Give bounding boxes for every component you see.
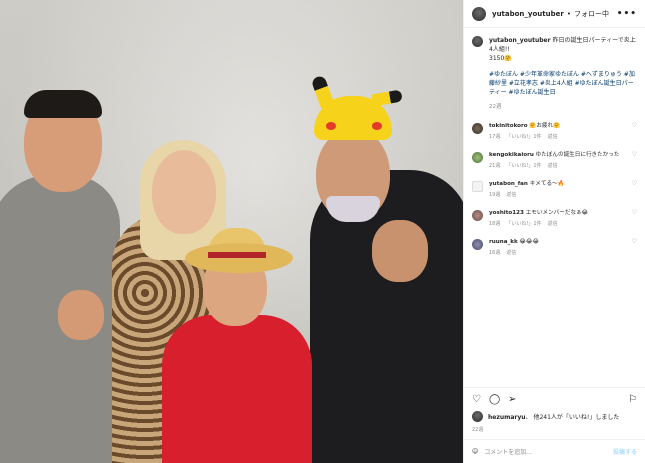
- header-separator: •: [566, 9, 571, 18]
- comment-text: ゆたぼんの誕生日に行きたかった: [535, 152, 620, 158]
- comment-reply-button[interactable]: 返信: [548, 133, 558, 141]
- comment-time: 16週: [489, 250, 501, 256]
- post-date: 22週: [472, 427, 484, 433]
- comment-icon[interactable]: ◯: [489, 394, 500, 405]
- comment-like-heart-icon[interactable]: ♡: [627, 122, 637, 130]
- author-username[interactable]: yutabon_youtuber: [492, 10, 564, 18]
- comment-reply-button[interactable]: 返信: [548, 162, 558, 170]
- post-caption: yutabon_youtuber 昨日の誕生日パーティーで炎上4人組!! 315…: [472, 36, 637, 112]
- comment-like-heart-icon[interactable]: ♡: [627, 209, 637, 217]
- comment-username[interactable]: kengokikaioru: [489, 152, 534, 158]
- comments-scroll-area[interactable]: yutabon_youtuber 昨日の誕生日パーティーで炎上4人組!! 315…: [464, 28, 645, 387]
- likes-summary[interactable]: hezumaryu、 他241人が「いいね!」しました: [472, 411, 637, 422]
- bookmark-icon[interactable]: ⚐: [628, 394, 637, 405]
- comment-text: エモいメンバーだなぁ😂: [525, 210, 589, 216]
- comment-input[interactable]: コメントを追加...: [484, 447, 607, 456]
- pikachu-cheek-left: [326, 122, 336, 130]
- comment-item: yoshito123 エモいメンバーだなぁ😂 18週 「いいね!」1件 返信 ♡: [472, 209, 637, 228]
- comment-time: 21週: [489, 163, 501, 169]
- caption-hashtags[interactable]: #ゆたぼん #少年革命家ゆたぼん #へずまりゅう #加藤紗里 #立花孝志 #炎上…: [489, 70, 637, 97]
- heart-icon[interactable]: ♡: [472, 394, 481, 405]
- comment-username[interactable]: tokinitokoro: [489, 123, 528, 129]
- comment-like-heart-icon[interactable]: ♡: [627, 180, 637, 188]
- person-left-hair: [24, 90, 102, 118]
- post-comment-button[interactable]: 投稿する: [613, 447, 637, 456]
- commenter-avatar[interactable]: [472, 123, 483, 134]
- likes-text: 他241人が「いいね!」しました: [533, 414, 620, 421]
- comment-item: tokinitokoro 🤗お疲れ🤗 17週 「いいね!」1件 返信 ♡: [472, 122, 637, 141]
- comment-text: 😂😂😂: [519, 239, 540, 245]
- liker-avatar: [472, 411, 483, 422]
- pikachu-cheek-right: [372, 122, 382, 130]
- comment-likes[interactable]: 「いいね!」1件: [506, 133, 541, 141]
- comment-like-heart-icon[interactable]: ♡: [627, 151, 637, 159]
- comment-item: kengokikaioru ゆたぼんの誕生日に行きたかった 21週 「いいね!」…: [472, 151, 637, 170]
- comment-time: 18週: [489, 221, 501, 227]
- post-actions: ♡ ◯ ➢ ⚐ hezumaryu、 他241人が「いいね!」しました 22週: [464, 387, 645, 433]
- comment-time: 17週: [489, 134, 501, 140]
- commenter-avatar[interactable]: [472, 210, 483, 221]
- instagram-post-view: yutabon_youtuber • フォロー中 ••• yutabon_you…: [0, 0, 645, 463]
- caption-avatar[interactable]: [472, 36, 483, 47]
- person-right-fist: [372, 220, 428, 282]
- comment-username[interactable]: yutabon_fan: [489, 181, 528, 187]
- comment-text: 🤗お疲れ🤗: [529, 123, 561, 129]
- comment-username[interactable]: ruuna_kk: [489, 239, 518, 245]
- caption-time: 22週: [489, 104, 502, 110]
- comment-reply-button[interactable]: 返信: [506, 249, 516, 257]
- comment-item: ruuna_kk 😂😂😂 16週 返信 ♡: [472, 238, 637, 257]
- comment-likes[interactable]: 「いいね!」1件: [506, 220, 541, 228]
- emoji-icon[interactable]: ☺: [472, 448, 478, 455]
- person-woman-face: [152, 150, 216, 234]
- comment-time: 19週: [489, 192, 501, 198]
- likes-username[interactable]: hezumaryu: [488, 414, 526, 421]
- comment-reply-button[interactable]: 返信: [506, 191, 516, 199]
- caption-username[interactable]: yutabon_youtuber: [489, 37, 551, 44]
- comment-reply-button[interactable]: 返信: [548, 220, 558, 228]
- commenter-avatar[interactable]: [472, 181, 483, 192]
- author-avatar[interactable]: [472, 6, 486, 21]
- commenter-avatar[interactable]: [472, 152, 483, 163]
- post-photo[interactable]: [0, 0, 463, 463]
- more-options-button[interactable]: •••: [617, 9, 637, 19]
- caption-line2: 3150🤗: [489, 55, 512, 62]
- post-sidebar: yutabon_youtuber • フォロー中 ••• yutabon_you…: [463, 0, 645, 463]
- straw-hat-brim: [185, 243, 293, 273]
- comment-text: キメてる～🔥: [529, 181, 565, 187]
- follow-status[interactable]: フォロー中: [574, 9, 609, 19]
- commenter-avatar[interactable]: [472, 239, 483, 250]
- straw-hat-band: [208, 252, 266, 258]
- comment-likes[interactable]: 「いいね!」1件: [506, 162, 541, 170]
- post-header: yutabon_youtuber • フォロー中 •••: [464, 0, 645, 28]
- person-left-fist: [58, 290, 104, 340]
- add-comment-bar: ☺ コメントを追加... 投稿する: [464, 439, 645, 463]
- comment-like-heart-icon[interactable]: ♡: [627, 238, 637, 246]
- share-icon[interactable]: ➢: [508, 394, 516, 405]
- person-boy-red-jacket: [162, 315, 312, 463]
- comment-item: yutabon_fan キメてる～🔥 19週 返信 ♡: [472, 180, 637, 199]
- comment-username[interactable]: yoshito123: [489, 210, 524, 216]
